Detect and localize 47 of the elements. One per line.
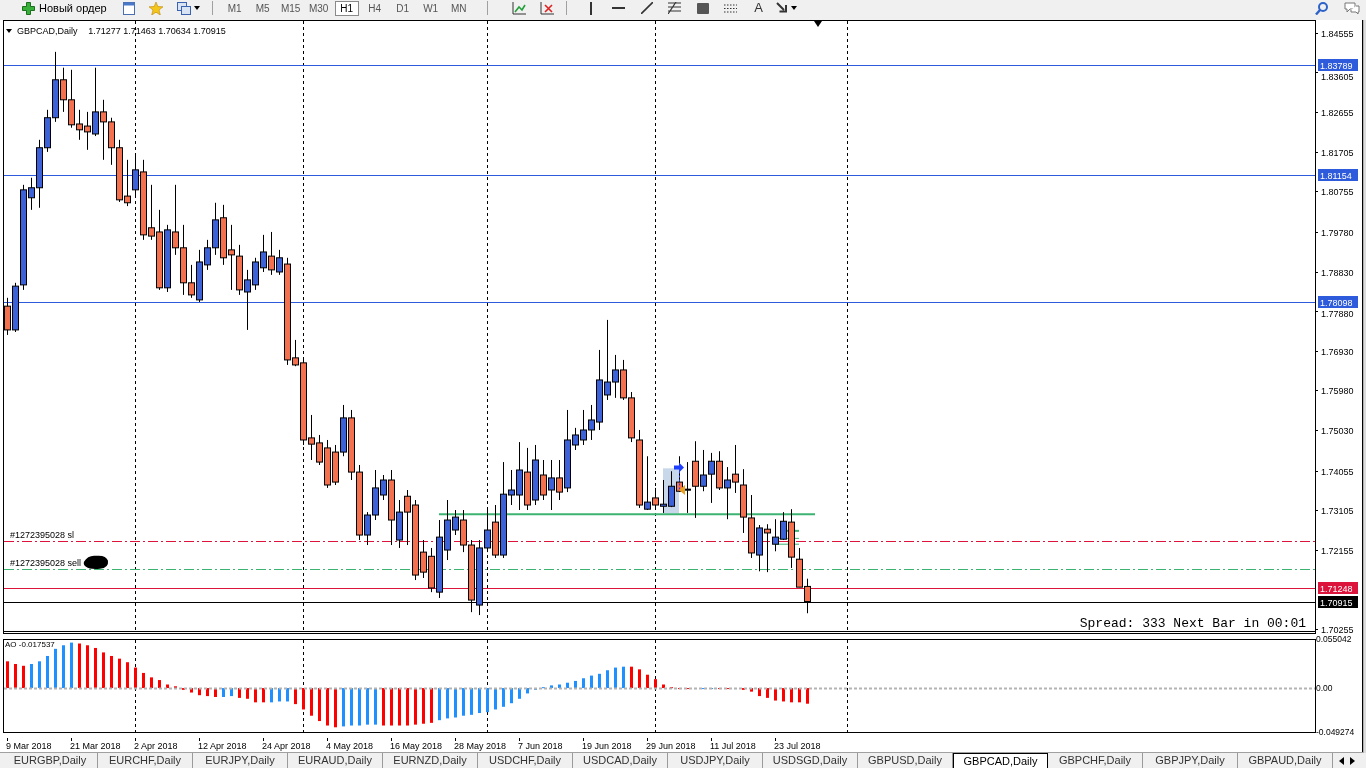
price-level-label: 1.78098	[1318, 296, 1358, 308]
indicator-label: AO -0.017537	[5, 640, 55, 649]
date-axis-label: 7 Jun 2018	[518, 741, 563, 751]
price-axis-label: 1.79780	[1321, 228, 1354, 238]
date-axis-label: 11 Jul 2018	[710, 741, 756, 751]
date-axis-label: 24 Apr 2018	[262, 741, 311, 751]
price-axis-label: 1.75980	[1321, 386, 1354, 396]
indicator-axis-label: -0.049274	[1316, 727, 1355, 737]
status-text: Spread: 333 Next Bar in 00:01	[1079, 616, 1306, 631]
date-axis-label: 16 May 2018	[390, 741, 443, 751]
ref-line-label: 1.71248	[1320, 584, 1353, 594]
price-axis-label: 1.76930	[1321, 347, 1354, 357]
ref-line-label: 1.70915	[1320, 598, 1353, 608]
price-level-label: 1.70915	[1318, 596, 1358, 608]
price-axis-label: 1.77880	[1321, 309, 1354, 319]
ohlc-readout: 1.71277 1.71463 1.70634 1.70915	[88, 26, 226, 36]
indicator-axis-label: 0.055042	[1316, 634, 1352, 644]
price-axis-label: 1.78830	[1321, 268, 1354, 278]
date-axis-label: 21 Mar 2018	[70, 741, 121, 751]
ref-line-label: 1.83789	[1320, 61, 1353, 71]
price-axis-label: 1.74055	[1321, 467, 1354, 477]
price-axis-label: 1.82655	[1321, 108, 1354, 118]
price-level-label: 1.81154	[1318, 169, 1358, 181]
ref-line-label: 1.81154	[1320, 171, 1352, 181]
date-axis-label: 19 Jun 2018	[582, 741, 632, 751]
date-axis-label: 29 Jun 2018	[646, 741, 696, 751]
date-axis-label: 9 Mar 2018	[6, 741, 52, 751]
price-axis-label: 1.83605	[1321, 72, 1354, 82]
order-label: #1272395028 sl	[10, 529, 75, 540]
price-axis-label: 1.73105	[1321, 506, 1354, 516]
price-axis-label: 1.84555	[1321, 29, 1354, 39]
date-axis-label: 4 May 2018	[326, 741, 374, 751]
price-axis-label: 1.75030	[1321, 426, 1354, 436]
price-level-label: 1.83789	[1318, 59, 1358, 71]
symbol-label: GBPCAD,Daily	[17, 26, 78, 36]
order-label: #1272395028 sell	[10, 557, 82, 568]
price-axis-label: 1.80755	[1321, 187, 1354, 197]
date-axis-label: 28 May 2018	[454, 741, 507, 751]
price-axis-label: 1.72155	[1321, 546, 1354, 556]
date-axis-label: 12 Apr 2018	[198, 741, 247, 751]
price-level-label: 1.71248	[1318, 582, 1358, 594]
price-axis-label: 1.81705	[1321, 148, 1354, 158]
indicator-axis-label: 0.00	[1316, 683, 1333, 694]
date-axis-label: 23 Jul 2018	[774, 741, 821, 751]
ref-line-label: 1.78098	[1320, 298, 1353, 308]
date-axis-label: 2 Apr 2018	[134, 741, 178, 751]
price-axis-label: 1.70255	[1321, 625, 1354, 634]
